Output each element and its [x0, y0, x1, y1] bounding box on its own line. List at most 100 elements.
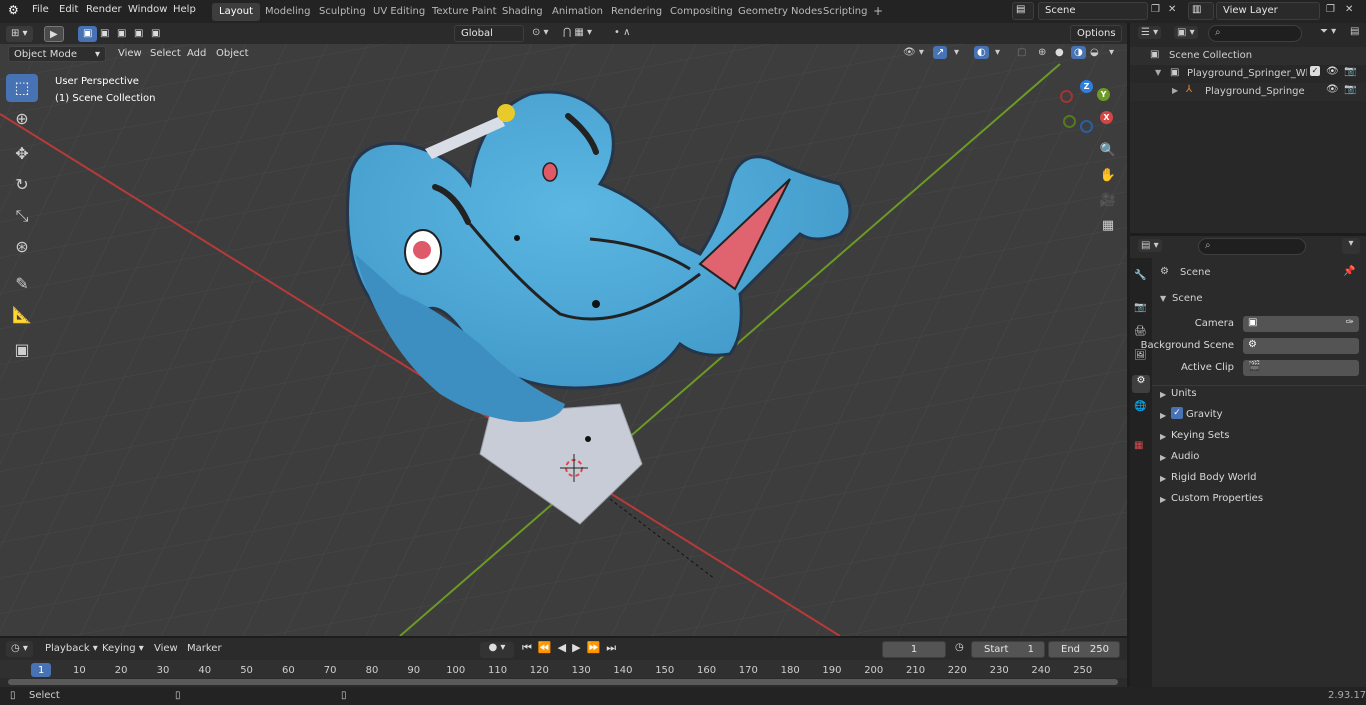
exclude-checkbox[interactable]: ✓ [1310, 66, 1320, 76]
expand-arrow-icon[interactable]: ▶ [1172, 86, 1178, 95]
copy-view-layer-icon[interactable]: ❐ [1326, 4, 1335, 15]
transform-orientation-dropdown[interactable]: Global [454, 25, 524, 42]
properties-editor-type-icon[interactable]: ▤ ▾ [1138, 239, 1162, 252]
annotate-tool-icon[interactable]: ✎ [6, 270, 38, 298]
transform-tool-icon[interactable]: ⊛ [6, 233, 38, 261]
outliner-row-object[interactable]: Playground_Springer_Wh [1205, 86, 1305, 97]
background-scene-field[interactable]: ⚙ [1243, 338, 1359, 354]
output-tab-icon[interactable]: 🖨 [1134, 326, 1147, 337]
next-keyframe-icon[interactable]: ⏩ [587, 641, 607, 654]
current-frame-field[interactable]: 1 [882, 641, 946, 658]
editor-type-icon[interactable]: ⊞ ▾ [6, 26, 33, 42]
camera-view-icon[interactable]: 🎥 [1096, 190, 1120, 212]
menu-view[interactable]: View [113, 46, 147, 62]
pin-icon[interactable]: 📌 [1343, 266, 1355, 277]
expand-arrow-icon[interactable]: ▶ [1160, 495, 1166, 504]
expand-arrow-icon[interactable]: ▶ [1160, 453, 1166, 462]
blender-logo-icon[interactable]: ⚙ [8, 3, 19, 17]
visibility-eye-icon[interactable]: 👁 [1326, 66, 1339, 77]
prev-keyframe-icon[interactable]: ⏪ [538, 641, 558, 654]
outliner-editor-type-icon[interactable]: ☰ ▾ [1138, 26, 1162, 39]
rigid-body-world-panel[interactable]: Rigid Body World [1171, 472, 1256, 483]
gravity-panel[interactable]: Gravity [1186, 409, 1223, 420]
visibility-eye-icon[interactable]: 👁 [1326, 84, 1339, 95]
pivot-point-icon[interactable]: ⊙ ▾ [532, 27, 549, 38]
gizmo-z-icon[interactable]: Z [1080, 80, 1093, 93]
3d-viewport[interactable] [0, 44, 1127, 636]
measure-tool-icon[interactable]: 📐 [6, 301, 38, 329]
tab-layout[interactable]: Layout [212, 3, 260, 21]
menu-help[interactable]: Help [173, 4, 196, 15]
object-mode-dropdown[interactable]: Object Mode ▾ [8, 46, 106, 62]
gizmo-neg-z-icon[interactable] [1080, 120, 1093, 133]
menu-file[interactable]: File [32, 4, 49, 15]
expand-arrow-icon[interactable]: ▶ [1160, 411, 1166, 420]
pan-hand-icon[interactable]: ✋ [1096, 165, 1120, 187]
menu-edit[interactable]: Edit [59, 4, 78, 15]
tool-tab-icon[interactable]: 🔧 [1134, 270, 1146, 281]
tab-uv-editing[interactable]: UV Editing [366, 3, 432, 21]
timeline-scrollbar[interactable] [8, 679, 1118, 685]
scene-section-header[interactable]: Scene [1172, 293, 1203, 304]
snap-icon[interactable]: ⋂ ▦ ▾ [563, 27, 592, 38]
menu-render[interactable]: Render [86, 4, 122, 15]
menu-object[interactable]: Object [211, 46, 254, 62]
add-cube-tool-icon[interactable]: ▣ [6, 336, 38, 364]
preview-range-icon[interactable]: ◷ [955, 642, 964, 653]
cursor-tool-icon[interactable]: ⊕ [6, 105, 38, 133]
ortho-toggle-icon[interactable]: ▦ [1096, 215, 1120, 237]
render-camera-icon[interactable]: 📷 [1344, 66, 1356, 77]
new-collection-icon[interactable]: ▤ [1350, 26, 1359, 37]
gizmo-neg-y-icon[interactable] [1063, 115, 1076, 128]
marker-menu[interactable]: Marker [182, 641, 227, 657]
options-dropdown[interactable]: Options [1070, 25, 1122, 42]
properties-options-dropdown[interactable]: ▾ [1342, 238, 1360, 254]
close-view-layer-icon[interactable]: ✕ [1345, 4, 1353, 15]
timeline-editor-type-icon[interactable]: ◷ ▾ [6, 641, 33, 657]
gizmo-x-icon[interactable]: X [1100, 111, 1113, 124]
gizmo-y-icon[interactable]: Y [1097, 88, 1110, 101]
scale-tool-icon[interactable]: ⤡ [6, 202, 38, 230]
texture-tab-icon[interactable]: ▦ [1134, 440, 1143, 451]
proportional-edit-icon[interactable]: • ∧ [614, 27, 630, 38]
scene-name-field[interactable]: Scene [1038, 2, 1148, 20]
keying-menu[interactable]: Keying ▾ [97, 641, 149, 657]
outliner-row-collection[interactable]: Playground_Springer_Whale_( [1187, 68, 1307, 79]
play-reverse-icon[interactable]: ◀ [558, 641, 572, 654]
add-workspace-button[interactable]: + [866, 1, 890, 19]
close-scene-icon[interactable]: ✕ [1168, 4, 1176, 15]
gravity-checkbox[interactable]: ✓ [1171, 407, 1183, 419]
view-layer-tab-icon[interactable]: 🖼 [1134, 350, 1147, 361]
expand-arrow-icon[interactable]: ▼ [1155, 68, 1161, 77]
rotate-tool-icon[interactable]: ↻ [6, 171, 38, 199]
gizmo-neg-x-icon[interactable] [1060, 90, 1073, 103]
display-mode-icon[interactable]: ▣ ▾ [1174, 26, 1198, 39]
scene-tab-icon[interactable]: ⚙ [1132, 375, 1150, 393]
scene-selector-icon[interactable]: ▤ [1012, 2, 1034, 20]
properties-search-input[interactable]: ⌕ [1198, 238, 1306, 255]
play-icon[interactable]: ▶ [572, 641, 586, 654]
tab-geometry-nodes[interactable]: Geometry Nodes [731, 3, 829, 21]
tab-rendering[interactable]: Rendering [604, 3, 669, 21]
units-panel[interactable]: Units [1171, 388, 1197, 399]
tab-compositing[interactable]: Compositing [663, 3, 740, 21]
expand-arrow-icon[interactable]: ▶ [1160, 390, 1166, 399]
jump-start-icon[interactable]: ⏮ [522, 641, 538, 654]
jump-end-icon[interactable]: ⏭ [606, 641, 622, 654]
move-tool-icon[interactable]: ✥ [6, 140, 38, 168]
start-frame-field[interactable]: Start 1 [971, 641, 1045, 658]
playback-menu[interactable]: Playback ▾ [40, 641, 103, 657]
select-box-tool-icon[interactable]: ⬚ [6, 74, 38, 102]
tab-modeling[interactable]: Modeling [258, 3, 318, 21]
outliner-search-input[interactable]: ⌕ [1208, 25, 1302, 42]
render-camera-icon[interactable]: 📷 [1344, 84, 1356, 95]
eyedropper-icon[interactable]: ✑ [1346, 317, 1354, 328]
menu-add[interactable]: Add [182, 46, 211, 62]
zoom-icon[interactable]: 🔍 [1096, 140, 1120, 162]
expand-arrow-icon[interactable]: ▼ [1160, 294, 1166, 303]
expand-arrow-icon[interactable]: ▶ [1160, 474, 1166, 483]
select-mode-intersect-icon[interactable]: ▣ [146, 26, 165, 42]
expand-arrow-icon[interactable]: ▶ [1160, 432, 1166, 441]
audio-panel[interactable]: Audio [1171, 451, 1199, 462]
select-tool-icon[interactable]: ▶ [44, 26, 64, 42]
